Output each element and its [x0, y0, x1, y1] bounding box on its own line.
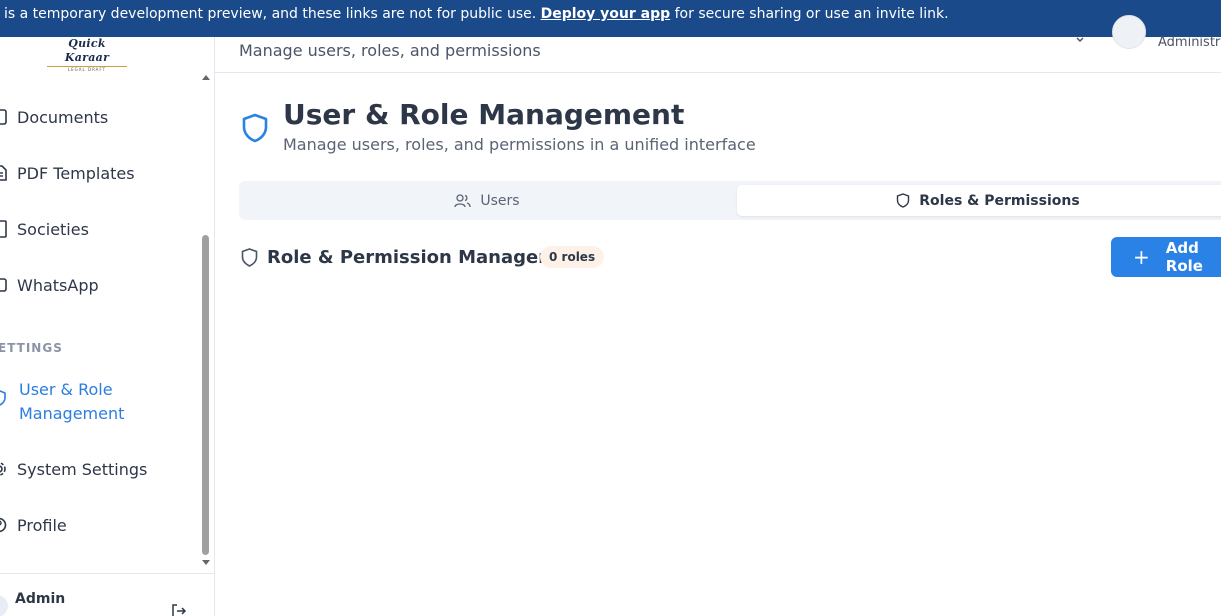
sidebar-user-footer: Admin: [0, 573, 214, 616]
tab-users[interactable]: Users: [239, 185, 735, 216]
settings-section-label: ETTINGS: [0, 341, 63, 355]
user-avatar[interactable]: [1112, 15, 1146, 49]
sidebar-item-label: Profile: [17, 515, 67, 535]
tab-label: Users: [480, 192, 520, 209]
scrollbar-thumb[interactable]: [202, 235, 209, 555]
add-role-button[interactable]: + Add Role: [1111, 237, 1221, 277]
tab-roles-permissions[interactable]: Roles & Permissions: [737, 185, 1221, 216]
banner-text: is a temporary development preview, and …: [4, 6, 541, 22]
chevron-down-icon[interactable]: [1076, 37, 1084, 43]
sidebar-item-label: Documents: [17, 107, 109, 127]
user-role: Administrat: [1158, 35, 1221, 50]
sidebar-item-label: User & Role: [19, 380, 113, 399]
shield-icon: [0, 390, 6, 406]
page-title: User & Role Management: [283, 98, 685, 131]
scroll-up-arrow-icon[interactable]: [202, 75, 210, 80]
avatar[interactable]: [0, 595, 8, 616]
chat-icon: [0, 278, 7, 292]
sidebar: Quick Karaar LEGAL DRAFT Documents PDF T…: [0, 37, 215, 616]
user-circle-icon: [0, 517, 7, 533]
sidebar-scrollbar[interactable]: [200, 75, 212, 567]
plus-icon: +: [1133, 245, 1150, 269]
logo-subtitle: LEGAL DRAFT: [67, 67, 107, 72]
logout-icon[interactable]: [171, 603, 187, 616]
sidebar-item-user-role-management[interactable]: User & Role Management: [0, 376, 200, 426]
shield-icon: [897, 193, 910, 208]
users-icon: [454, 193, 472, 207]
sidebar-item-label: Societies: [17, 219, 89, 239]
sidebar-item-label-2: Management: [19, 404, 125, 423]
sidebar-item-documents[interactable]: Documents: [0, 97, 108, 137]
shield-icon: [242, 113, 268, 143]
logo-title: Quick Karaar: [64, 37, 110, 64]
tab-label: Roles & Permissions: [919, 192, 1080, 209]
document-icon: [0, 109, 7, 125]
sidebar-item-societies[interactable]: Societies: [0, 209, 89, 249]
user-name: Admin: [15, 591, 66, 607]
role-permission-section-header: Role & Permission Management 0 roles + A…: [239, 237, 1221, 277]
scroll-down-arrow-icon[interactable]: [202, 560, 210, 565]
deploy-app-link[interactable]: Deploy your app: [541, 6, 671, 22]
top-header: Manage users, roles, and permissions Adm…: [215, 15, 1221, 73]
sidebar-item-whatsapp[interactable]: WhatsApp: [0, 265, 99, 305]
building-icon: [0, 220, 7, 238]
logo[interactable]: Quick Karaar LEGAL DRAFT: [44, 37, 130, 72]
file-icon: [0, 165, 7, 181]
sidebar-item-label: WhatsApp: [17, 275, 99, 295]
dev-preview-banner: is a temporary development preview, and …: [0, 0, 1221, 37]
role-count-badge: 0 roles: [540, 246, 605, 268]
add-role-label: Add Role: [1165, 239, 1203, 275]
banner-text-end: for secure sharing or use an invite link…: [670, 6, 949, 22]
sidebar-item-label: PDF Templates: [17, 163, 135, 183]
sidebar-item-profile[interactable]: Profile: [0, 505, 67, 545]
shield-icon: [241, 248, 258, 267]
header-subtitle: Manage users, roles, and permissions: [239, 41, 541, 60]
gear-icon: [0, 462, 6, 476]
sidebar-item-label: System Settings: [17, 459, 148, 479]
sidebar-item-system-settings[interactable]: System Settings: [0, 449, 147, 489]
sidebar-item-pdf-templates[interactable]: PDF Templates: [0, 153, 135, 193]
tab-bar: Users Roles & Permissions: [239, 181, 1221, 220]
page-subtitle: Manage users, roles, and permissions in …: [283, 135, 756, 154]
